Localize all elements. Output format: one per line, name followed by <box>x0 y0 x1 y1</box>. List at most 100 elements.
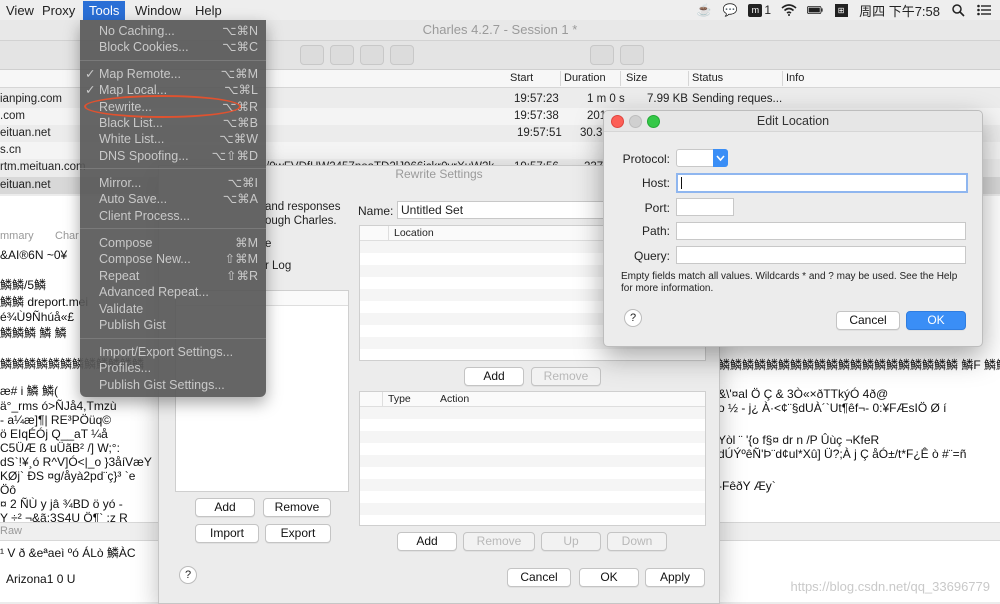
notification-badge-icon[interactable]: m1 <box>748 3 771 17</box>
menu-item-map-remote[interactable]: ✓ Map Remote... ⌥⌘M <box>80 66 266 82</box>
menu-item-label: Publish Gist <box>99 318 166 332</box>
column-status[interactable]: Status <box>692 72 723 84</box>
menu-item-profiles[interactable]: Profiles... <box>80 360 266 376</box>
protocol-select[interactable] <box>676 149 728 167</box>
import-button[interactable]: Import <box>195 524 259 543</box>
help-button[interactable]: ? <box>179 566 197 584</box>
menu-item-block-cookies[interactable]: Block Cookies... ⌥⌘C <box>80 39 266 55</box>
column-duration[interactable]: Duration <box>564 72 606 84</box>
body-line: o ½ - j¿ À·<¢¨§dUÀ´`Ut¶êf¬- 0:¥FÆsIÖ Ø í <box>718 401 947 415</box>
body-line: dÚÝºêÑ'Þ¨d¢ul*Xû] Ü?;À j Ç åÓ±/t*F¿Ê ò #… <box>718 447 967 461</box>
desc-line: ough Charles. <box>265 215 337 227</box>
path-input[interactable] <box>676 222 966 240</box>
menu-tools[interactable]: Tools <box>83 1 126 20</box>
menu-item-publish-gist-settings[interactable]: Publish Gist Settings... <box>80 377 266 393</box>
notification-center-icon[interactable] <box>976 3 992 17</box>
sets-add-button[interactable]: Add <box>195 498 255 517</box>
menu-item-no-caching[interactable]: No Caching... ⌥⌘N <box>80 23 266 39</box>
host-label: Host: <box>641 176 670 190</box>
input-method-icon[interactable]: ⊞ <box>833 3 849 17</box>
body-line: -FêðY Æy` <box>718 479 776 493</box>
menu-window[interactable]: Window <box>129 1 187 20</box>
body-line: 鱗鱗/5鱗 <box>0 278 47 292</box>
wifi-icon[interactable] <box>781 3 797 17</box>
tab-raw[interactable]: Raw <box>0 525 22 537</box>
column-divider <box>560 71 561 86</box>
row-host: eituan.net <box>0 179 51 191</box>
toolbar-button[interactable] <box>620 45 644 65</box>
edit-location-dialog: Edit Location Protocol: Host: Port: Path… <box>603 110 983 347</box>
list-stripe <box>360 455 705 467</box>
tab-chart[interactable]: Char <box>55 230 79 242</box>
battery-icon[interactable] <box>807 3 823 17</box>
ok-button[interactable]: OK <box>579 568 639 587</box>
apply-button[interactable]: Apply <box>645 568 705 587</box>
menu-help[interactable]: Help <box>189 1 228 20</box>
sets-remove-button[interactable]: Remove <box>263 498 331 517</box>
menu-item-auto-save[interactable]: Auto Save... ⌥⌘A <box>80 191 266 207</box>
minimize-icon[interactable] <box>629 115 642 128</box>
body-line: 鱗鱗鱗 鱗 鱗 <box>0 326 67 340</box>
rules-down-button[interactable]: Down <box>607 532 667 551</box>
rules-list[interactable]: Type Action <box>359 391 706 526</box>
menu-proxy[interactable]: Proxy <box>36 1 81 20</box>
cancel-button[interactable]: Cancel <box>507 568 571 587</box>
menu-item-publish-gist[interactable]: Publish Gist <box>80 317 266 333</box>
cancel-button[interactable]: Cancel <box>836 311 900 330</box>
list-stripe <box>360 419 705 431</box>
menu-item-repeat[interactable]: Repeat ⇧⌘R <box>80 268 266 284</box>
desc-line: r Log <box>265 260 292 272</box>
close-icon[interactable] <box>611 115 624 128</box>
toolbar-button[interactable] <box>590 45 614 65</box>
menu-item-validate[interactable]: Validate <box>80 301 266 317</box>
menu-view[interactable]: View <box>0 1 40 20</box>
highlight-annotation <box>84 95 241 118</box>
menu-item-white-list[interactable]: White List... ⌥⌘W <box>80 131 266 147</box>
toolbar-button[interactable] <box>300 45 324 65</box>
host-input[interactable] <box>676 173 968 193</box>
column-size[interactable]: Size <box>626 72 647 84</box>
raw-line: Arizona1 0 U <box>6 572 76 586</box>
tab-summary[interactable]: mmary <box>0 230 34 242</box>
menu-item-mirror[interactable]: Mirror... ⌥⌘I <box>80 175 266 191</box>
body-line: ä°_rms ó>ÑJå4,Tmzù <box>0 399 117 413</box>
column-divider <box>620 71 621 86</box>
rules-add-button[interactable]: Add <box>397 532 457 551</box>
body-line: dS`!¥¸ó R^V]Ó<|_o }3åíVæY <box>0 455 152 469</box>
column-start[interactable]: Start <box>510 72 533 84</box>
menu-item-shortcut: ⌥⌘M <box>220 67 258 81</box>
column-info[interactable]: Info <box>786 72 804 84</box>
query-input[interactable] <box>676 246 966 264</box>
zoom-icon[interactable] <box>647 115 660 128</box>
toolbar-button[interactable] <box>330 45 354 65</box>
location-add-button[interactable]: Add <box>464 367 524 386</box>
rules-up-button[interactable]: Up <box>541 532 601 551</box>
wechat-icon[interactable]: 💬 <box>722 3 738 17</box>
menu-item-import-export-settings[interactable]: Import/Export Settings... <box>80 344 266 360</box>
location-remove-button[interactable]: Remove <box>531 367 601 386</box>
menu-item-advanced-repeat[interactable]: Advanced Repeat... <box>80 284 266 300</box>
help-button[interactable]: ? <box>624 309 642 327</box>
menu-item-compose[interactable]: Compose ⌘M <box>80 235 266 251</box>
export-button[interactable]: Export <box>265 524 331 543</box>
list-stripe <box>360 407 705 419</box>
rules-remove-button[interactable]: Remove <box>463 532 535 551</box>
mug-icon[interactable]: ☕ <box>696 3 712 17</box>
name-input[interactable]: Untitled Set <box>397 201 610 219</box>
menu-item-label: Validate <box>99 302 144 316</box>
spotlight-icon[interactable] <box>950 3 966 17</box>
menu-item-dns-spoofing[interactable]: DNS Spoofing... ⌥⇧⌘D <box>80 148 266 164</box>
row-status: Sending reques... <box>692 93 783 105</box>
toolbar-button[interactable] <box>390 45 414 65</box>
port-input[interactable] <box>676 198 734 216</box>
body-line: æ# i 鱗 鱗( <box>0 384 59 398</box>
menu-item-client-process[interactable]: Client Process... <box>80 208 266 224</box>
menu-bar-clock[interactable]: 周四 下午7:58 <box>859 1 940 20</box>
menu-item-label: Map Remote... <box>99 67 181 81</box>
menu-item-compose-new[interactable]: Compose New... ⇧⌘M <box>80 251 266 267</box>
ok-button[interactable]: OK <box>906 311 966 330</box>
toolbar-button[interactable] <box>360 45 384 65</box>
type-column: Type <box>388 393 411 405</box>
row-duration: 30.3 <box>580 127 603 139</box>
body-line: Yòl ¨ '{o f§¤ dr n /P Ûùç ¬KfeR <box>718 433 880 447</box>
